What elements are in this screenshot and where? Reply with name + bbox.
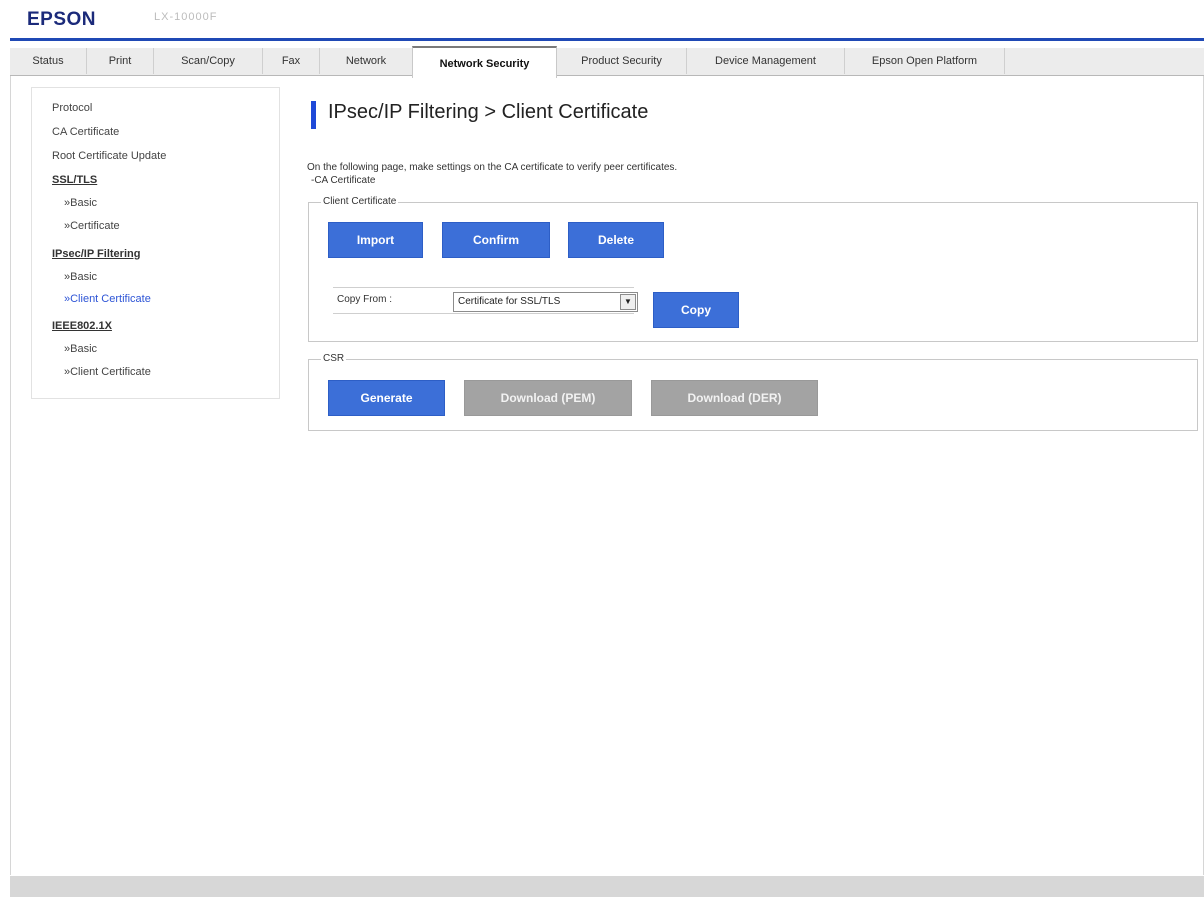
main-tabs: Status Print Scan/Copy Fax Network Netwo… — [10, 46, 1204, 78]
sidebar-section-ssl-tls[interactable]: SSL/TLS — [52, 174, 97, 186]
import-button[interactable]: Import — [328, 222, 423, 258]
sidebar-section-ieee8021x[interactable]: IEEE802.1X — [52, 320, 112, 332]
copy-button[interactable]: Copy — [653, 292, 739, 328]
download-pem-button[interactable]: Download (PEM) — [464, 380, 632, 416]
model-name: LX-10000F — [154, 11, 218, 23]
sidebar: Protocol CA Certificate Root Certificate… — [31, 87, 280, 399]
sidebar-item-root-certificate-update[interactable]: Root Certificate Update — [52, 150, 166, 162]
page-title: IPsec/IP Filtering > Client Certificate — [328, 101, 649, 123]
tab-status[interactable]: Status — [10, 48, 87, 74]
sidebar-item-ipsec-client-certificate[interactable]: »Client Certificate — [64, 293, 151, 305]
tab-network-security[interactable]: Network Security — [412, 46, 557, 78]
sidebar-item-protocol[interactable]: Protocol — [52, 102, 92, 114]
title-accent-bar — [311, 101, 316, 129]
tab-fax[interactable]: Fax — [263, 48, 320, 74]
confirm-button[interactable]: Confirm — [442, 222, 550, 258]
tab-device-management[interactable]: Device Management — [687, 48, 845, 74]
generate-button[interactable]: Generate — [328, 380, 445, 416]
copy-row-divider-top — [333, 287, 634, 288]
page-description: On the following page, make settings on … — [307, 162, 678, 173]
tab-print[interactable]: Print — [87, 48, 154, 74]
sidebar-item-ieee-basic[interactable]: »Basic — [64, 343, 97, 355]
tab-epson-open-platform[interactable]: Epson Open Platform — [845, 48, 1005, 74]
tab-product-security[interactable]: Product Security — [557, 48, 687, 74]
tab-scan-copy[interactable]: Scan/Copy — [154, 48, 263, 74]
sidebar-item-ieee-client-certificate[interactable]: »Client Certificate — [64, 366, 151, 378]
header: EPSON LX-10000F — [0, 0, 1204, 41]
sidebar-item-ssl-certificate[interactable]: »Certificate — [64, 220, 120, 232]
header-divider — [10, 38, 1204, 41]
footer-bar — [10, 876, 1204, 897]
dropdown-arrow-icon[interactable]: ▼ — [620, 294, 636, 310]
csr-legend: CSR — [321, 353, 347, 364]
copy-from-label: Copy From : — [337, 294, 393, 305]
delete-button[interactable]: Delete — [568, 222, 664, 258]
ca-certificate-link[interactable]: -CA Certificate — [311, 175, 375, 186]
tab-network[interactable]: Network — [320, 48, 413, 74]
sidebar-item-ipsec-basic[interactable]: »Basic — [64, 271, 97, 283]
copy-row-divider-bottom — [333, 313, 634, 314]
sidebar-item-ca-certificate[interactable]: CA Certificate — [52, 126, 119, 138]
sidebar-item-ssl-basic[interactable]: »Basic — [64, 197, 97, 209]
copy-from-select[interactable]: Certificate for SSL/TLS ▼ — [453, 292, 638, 312]
copy-from-selected-value: Certificate for SSL/TLS — [458, 296, 561, 307]
sidebar-section-ipsec-ip-filtering[interactable]: IPsec/IP Filtering — [52, 248, 140, 260]
epson-logo: EPSON — [27, 9, 97, 30]
download-der-button[interactable]: Download (DER) — [651, 380, 818, 416]
client-certificate-legend: Client Certificate — [321, 196, 399, 207]
